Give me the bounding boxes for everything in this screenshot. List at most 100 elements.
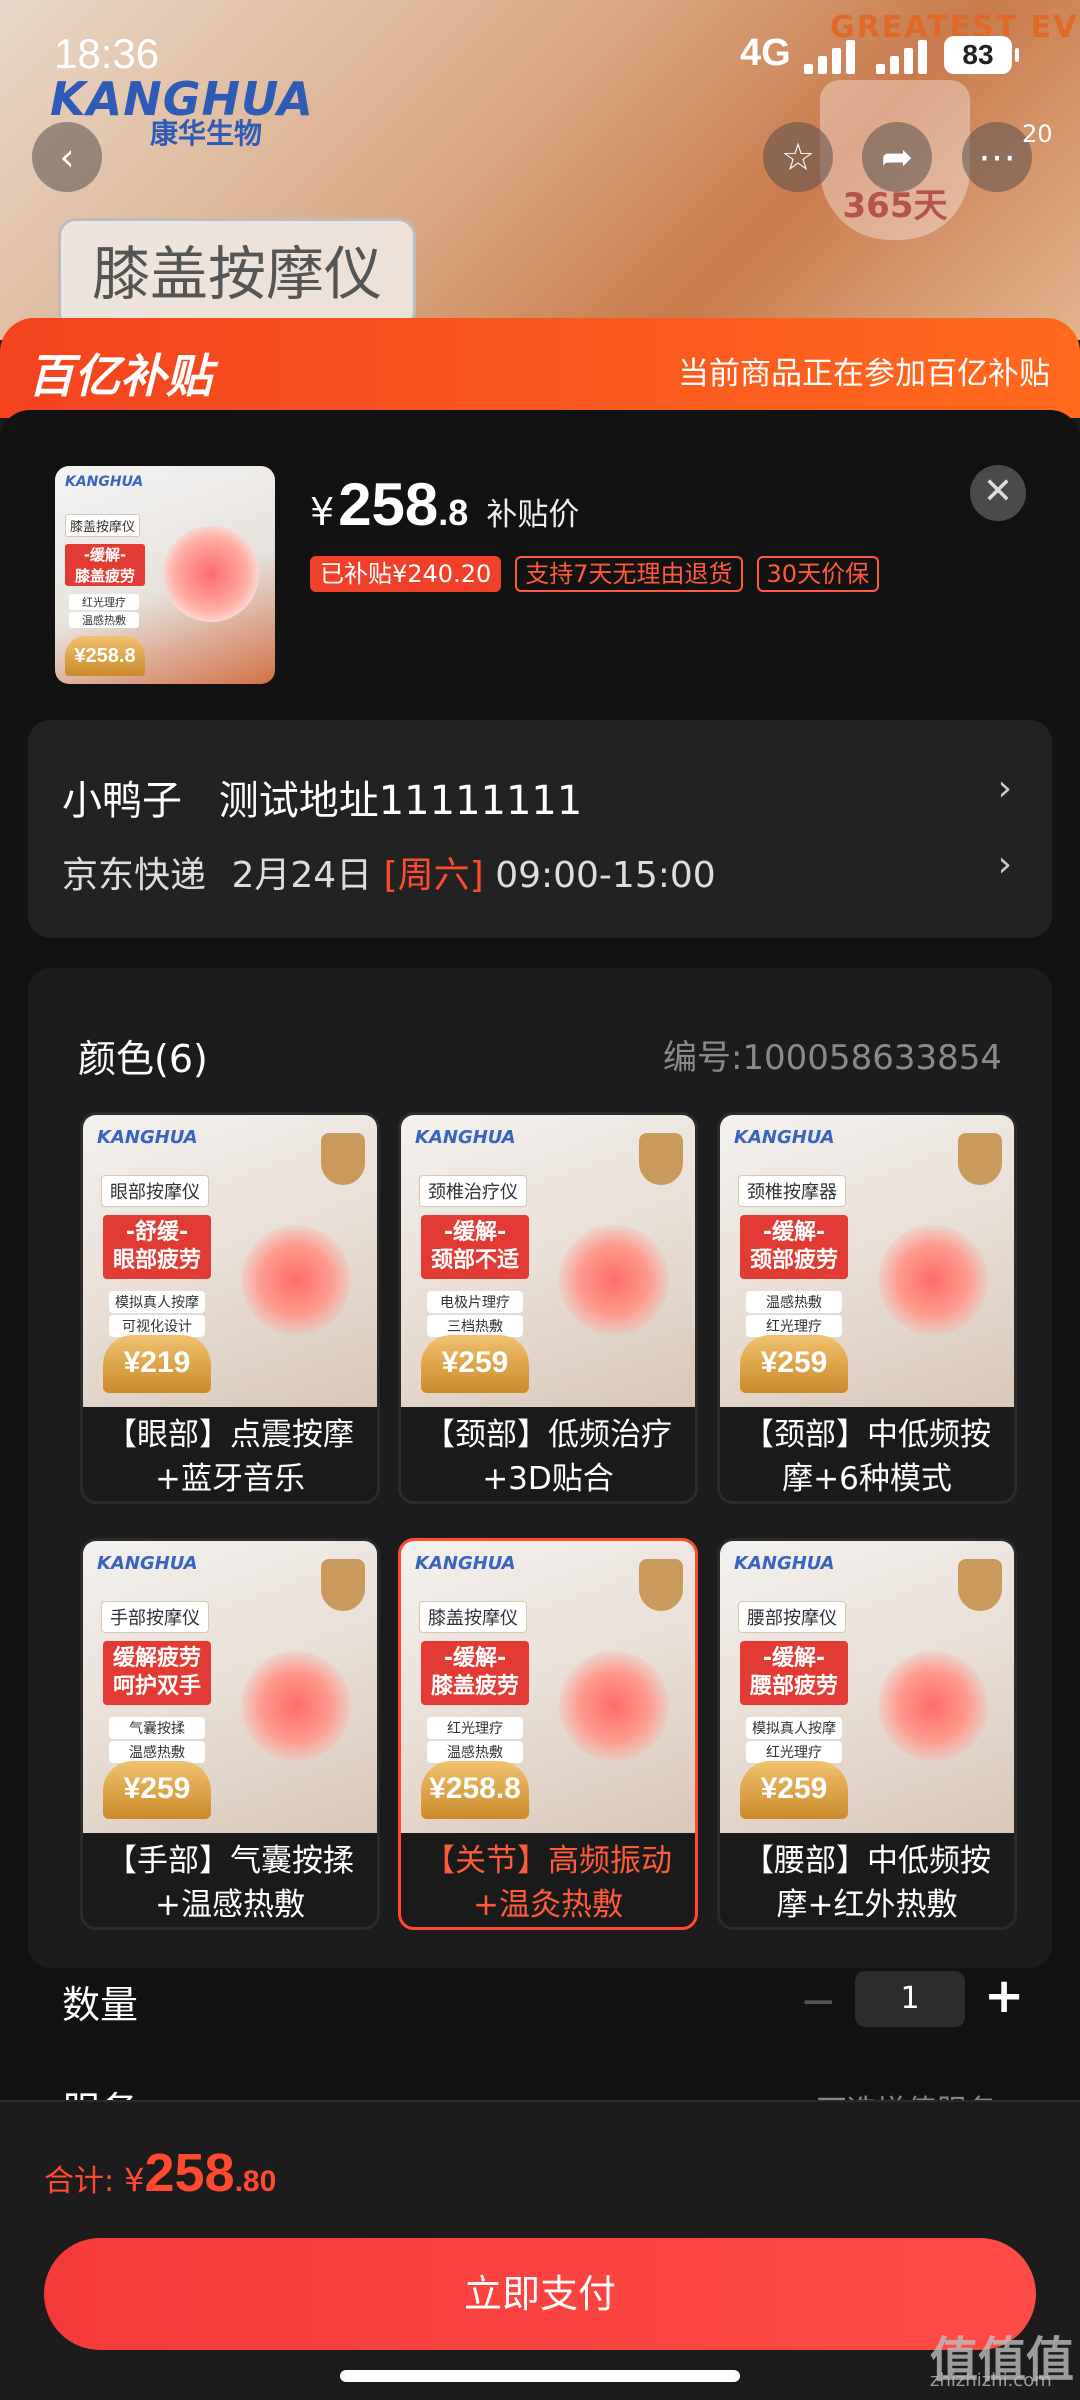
option-label: 【眼部】点震按摩+蓝牙音乐	[106, 1417, 354, 1497]
color-option[interactable]: KANGHUA 膝盖按摩仪 -缓解- 膝盖疲劳 红光理疗 温感热敷 ¥258.8 【关节】高…	[398, 1538, 698, 1930]
thumb-price: ¥258.8	[65, 636, 145, 676]
option-feature: 温感热敷	[109, 1741, 205, 1763]
close-icon: ✕	[982, 471, 1014, 512]
recipient-name: 小鸭子	[62, 778, 182, 824]
color-option[interactable]: KANGHUA 颈椎按摩器 -缓解- 颈部疲劳温感热敷 红光理疗 ¥259 【颈部】中低频…	[717, 1112, 1017, 1504]
option-headline: -缓解- 颈部疲劳	[740, 1215, 848, 1279]
quantity-label: 数量	[62, 1983, 139, 2027]
price-protect-tag: 30天价保	[756, 556, 880, 592]
option-brand: KANGHUA	[97, 1127, 198, 1148]
pay-now-button[interactable]: 立即支付	[44, 2238, 1036, 2350]
option-image: KANGHUA 膝盖按摩仪 -缓解- 膝盖疲劳 红光理疗 温感热敷 ¥258.8	[401, 1541, 695, 1833]
option-image: KANGHUA 颈椎治疗仪 -缓解- 颈部不适 电极片理疗 三档热敷 ¥259	[401, 1115, 695, 1407]
subsidy-logo: 百亿补贴	[28, 349, 212, 403]
option-label: 【腰部】中低频按摩+红外热敷	[743, 1843, 991, 1923]
delivery-weekday: [周六]	[383, 855, 484, 896]
option-label: 【手部】气囊按揉+温感热敷	[106, 1843, 354, 1923]
option-feature: 温感热敷	[746, 1291, 842, 1313]
option-category: 颈椎治疗仪	[419, 1175, 527, 1207]
color-option[interactable]: KANGHUA 颈椎治疗仪 -缓解- 颈部不适 电极片理疗 三档热敷 ¥259 【颈部】低频…	[398, 1112, 698, 1504]
option-price: ¥259	[421, 1335, 529, 1393]
thumb-category: 膝盖按摩仪	[65, 514, 141, 537]
subsidy-header: 百亿补贴 当前商品正在参加百亿补贴	[0, 318, 1080, 418]
subsidy-notice: 当前商品正在参加百亿补贴	[678, 356, 1050, 392]
favorite-button[interactable]: ☆	[763, 122, 833, 192]
warranty-seal-icon	[639, 1133, 683, 1185]
color-option[interactable]: KANGHUA 腰部按摩仪 -缓解- 腰部疲劳 模拟真人按摩 红光理疗 ¥259 【腰部】中…	[717, 1538, 1017, 1930]
option-feature: 模拟真人按摩	[109, 1291, 205, 1313]
color-option[interactable]: KANGHUA 眼部按摩仪 -舒缓- 眼部疲劳模拟真人按摩 可视化设计 ¥219 【眼部】…	[80, 1112, 380, 1504]
total-price: 合计: ¥ 258 .80	[44, 2143, 277, 2203]
back-button[interactable]: ‹	[32, 122, 102, 192]
option-brand: KANGHUA	[734, 1127, 835, 1148]
option-price: ¥258.8	[421, 1761, 529, 1819]
option-image: KANGHUA 腰部按摩仪 -缓解- 腰部疲劳 模拟真人按摩 红光理疗 ¥259	[720, 1541, 1014, 1833]
option-headline: 缓解疲劳 呵护双手	[103, 1641, 211, 1705]
quantity-decrease-button[interactable]: −	[800, 1976, 837, 2027]
delivery-window: 09:00-15:00	[495, 855, 716, 896]
quantity-increase-button[interactable]: +	[984, 1968, 1024, 2024]
recipient-address: 测试地址11111111	[218, 778, 583, 824]
option-feature: 电极片理疗	[427, 1291, 523, 1313]
option-category: 腰部按摩仪	[738, 1601, 846, 1633]
option-label: 【关节】高频振动+温灸热敷	[424, 1843, 672, 1923]
option-image: KANGHUA 眼部按摩仪 -舒缓- 眼部疲劳模拟真人按摩 可视化设计 ¥219	[83, 1115, 377, 1407]
option-feature: 红光理疗	[746, 1315, 842, 1337]
brand-logo-cn: 康华生物	[150, 117, 263, 150]
product-image	[878, 1651, 988, 1761]
product-tags: 已补贴¥240.20 支持7天无理由退货 30天价保	[310, 556, 880, 592]
star-icon: ☆	[780, 135, 816, 179]
chevron-right-icon: ›	[997, 844, 1012, 885]
watermark-url: zhizhizhi.com	[930, 2370, 1052, 2391]
subsidy-amount-tag: 已补贴¥240.20	[310, 556, 502, 592]
option-price: ¥219	[103, 1335, 211, 1393]
option-category: 颈椎按摩器	[738, 1175, 846, 1207]
option-category: 眼部按摩仪	[101, 1175, 209, 1207]
option-headline: -缓解- 颈部不适	[421, 1215, 529, 1279]
option-feature: 气囊按揉	[109, 1717, 205, 1739]
warranty-seal-icon	[958, 1559, 1002, 1611]
option-category: 膝盖按摩仪	[419, 1601, 527, 1633]
product-image	[559, 1651, 669, 1761]
signal-icon	[876, 38, 932, 74]
product-thumbnail: KANGHUA 膝盖按摩仪 -缓解- 膝盖疲劳 红光理疗 温感热敷 ¥258.8	[55, 466, 275, 684]
warranty-seal-icon	[321, 1559, 365, 1611]
option-label: 【颈部】中低频按摩+6种模式	[743, 1417, 991, 1497]
checkout-footer: 合计: ¥ 258 .80 立即支付	[0, 2100, 1080, 2400]
battery-icon: 83	[944, 36, 1019, 74]
share-button[interactable]: ➦	[862, 122, 932, 192]
status-bar: 18:36 4G 83	[0, 0, 1080, 110]
delivery-date: 2月24日	[231, 855, 373, 896]
close-button[interactable]: ✕	[970, 465, 1026, 521]
option-price: ¥259	[103, 1761, 211, 1819]
product-image	[878, 1225, 988, 1335]
quantity-input[interactable]: 1	[855, 1971, 965, 2027]
product-image	[241, 1225, 351, 1335]
chevron-left-icon: ‹	[59, 135, 75, 179]
option-price: ¥259	[740, 1761, 848, 1819]
address-line[interactable]: 小鸭子 测试地址11111111	[62, 768, 582, 826]
message-count-badge: 20	[1022, 120, 1053, 148]
color-options-title: 颜色(6)	[78, 1037, 208, 1081]
option-feature: 温感热敷	[427, 1741, 523, 1763]
color-option[interactable]: KANGHUA 手部按摩仪 缓解疲劳 呵护双手 气囊按揉 温感热敷 ¥259 【手部】气囊按…	[80, 1538, 380, 1930]
address-card[interactable]: 小鸭子 测试地址11111111 › 京东快递 2月24日 [周六] 09:00…	[28, 720, 1052, 938]
option-headline: -舒缓- 眼部疲劳	[103, 1215, 211, 1279]
option-feature: 可视化设计	[109, 1315, 205, 1337]
network-type: 4G	[740, 32, 791, 74]
thumb-brand: KANGHUA	[65, 474, 144, 490]
more-icon: ⋯	[978, 135, 1016, 179]
thumb-feature: 温感热敷	[69, 612, 139, 628]
share-icon: ➦	[881, 135, 913, 179]
option-feature: 模拟真人按摩	[746, 1717, 842, 1739]
option-price: ¥259	[740, 1335, 848, 1393]
option-feature: 红光理疗	[427, 1717, 523, 1739]
signal-icon	[804, 38, 860, 74]
option-feature: 红光理疗	[746, 1741, 842, 1763]
option-category: 手部按摩仪	[101, 1601, 209, 1633]
carrier: 京东快递	[62, 855, 207, 896]
option-image: KANGHUA 手部按摩仪 缓解疲劳 呵护双手 气囊按揉 温感热敷 ¥259	[83, 1541, 377, 1833]
option-headline: -缓解- 腰部疲劳	[740, 1641, 848, 1705]
delivery-line[interactable]: 京东快递 2月24日 [周六] 09:00-15:00	[62, 846, 716, 898]
home-indicator[interactable]	[340, 2370, 740, 2382]
